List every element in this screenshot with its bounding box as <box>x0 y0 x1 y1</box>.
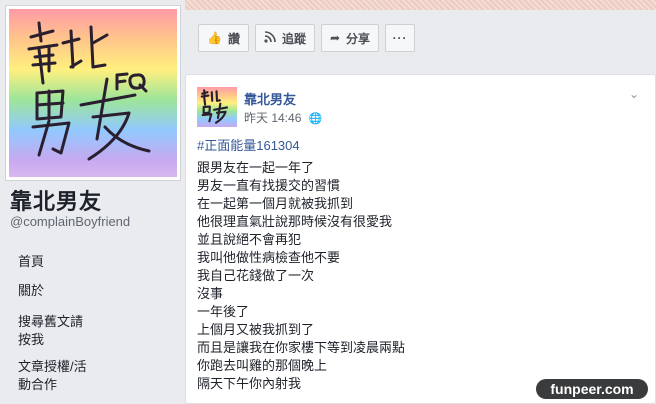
like-button[interactable]: 👍 讚 <box>198 24 249 52</box>
page-title: 靠北男友 <box>10 189 103 214</box>
post-card: 靠北男友 昨天 14:46 🌐 ⌄ #正面能量161304 跟男友在一起一年了 … <box>185 74 656 404</box>
left-column: 靠北男友 @complainBoyfriend 首頁 關於 搜尋舊文請按我 文章… <box>0 0 185 400</box>
post-line: 你跑去叫雞的那個晚上 <box>197 358 328 373</box>
share-button[interactable]: ➦ 分享 <box>320 24 380 52</box>
sidebar-item-licensing[interactable]: 文章授權/活動合作 <box>0 358 90 394</box>
follow-button[interactable]: 追蹤 <box>254 24 315 52</box>
sidebar-item-label: 關於 <box>18 283 45 298</box>
post-line: 我叫他做性病檢查他不要 <box>197 250 341 265</box>
more-icon: ··· <box>392 31 408 45</box>
post-timestamp[interactable]: 昨天 14:46 🌐 <box>244 109 322 126</box>
sidebar-item-about[interactable]: 關於 <box>0 282 108 300</box>
share-label: 分享 <box>346 31 371 46</box>
post-line: 跟男友在一起一年了 <box>197 160 315 175</box>
profile-picture[interactable] <box>6 6 180 180</box>
share-arrow-icon: ➦ <box>329 31 341 45</box>
page-handle[interactable]: @complainBoyfriend <box>10 214 130 229</box>
sidebar-item-search-old-posts[interactable]: 搜尋舊文請按我 <box>0 313 90 349</box>
post-line: 上個月又被我抓到了 <box>197 322 315 337</box>
post-line: 一年後了 <box>197 304 250 319</box>
follow-label: 追蹤 <box>281 31 306 46</box>
more-button[interactable]: ··· <box>385 24 416 52</box>
post-line: 我自己花錢做了一次 <box>197 268 315 283</box>
post-line: 男友一直有找援交的習慣 <box>197 178 341 193</box>
sidebar-item-label: 文章授權/活動合作 <box>18 359 87 392</box>
handwritten-logo-small <box>200 89 229 124</box>
post-line: 他很理直氣壯說那時候沒有很愛我 <box>197 214 393 229</box>
post-time-text: 昨天 14:46 <box>244 111 302 125</box>
globe-icon: 🌐 <box>308 113 323 125</box>
cover-photo-edge <box>185 0 656 10</box>
chevron-down-icon[interactable]: ⌄ <box>629 87 639 101</box>
sidebar-item-label: 搜尋舊文請按我 <box>18 314 84 347</box>
like-label: 讚 <box>227 31 240 46</box>
post-line: 並且說絕不會再犯 <box>197 232 302 247</box>
post-body: 跟男友在一起一年了 男友一直有找援交的習慣 在一起第一個月就被我抓到 他很理直氣… <box>197 159 405 393</box>
handwritten-logo <box>27 21 151 161</box>
rss-icon <box>264 30 276 46</box>
page-actions: 👍 讚 追蹤 ➦ 分享 ··· <box>198 24 416 52</box>
post-line: 沒事 <box>197 286 224 301</box>
sidebar-item-label: 首頁 <box>18 254 45 269</box>
sidebar-item-home[interactable]: 首頁 <box>0 253 108 271</box>
post-line: 在一起第一個月就被我抓到 <box>197 196 354 211</box>
post-author-link[interactable]: 靠北男友 <box>244 89 296 108</box>
post-line: 而且是讓我在你家樓下等到凌晨兩點 <box>197 340 406 355</box>
watermark: funpeer.com <box>536 379 648 399</box>
post-hashtag[interactable]: #正面能量161304 <box>197 135 300 154</box>
thumbs-up-icon: 👍 <box>207 31 222 45</box>
post-line: 隔天下午你內射我 <box>197 376 302 391</box>
post-avatar[interactable] <box>197 87 237 127</box>
